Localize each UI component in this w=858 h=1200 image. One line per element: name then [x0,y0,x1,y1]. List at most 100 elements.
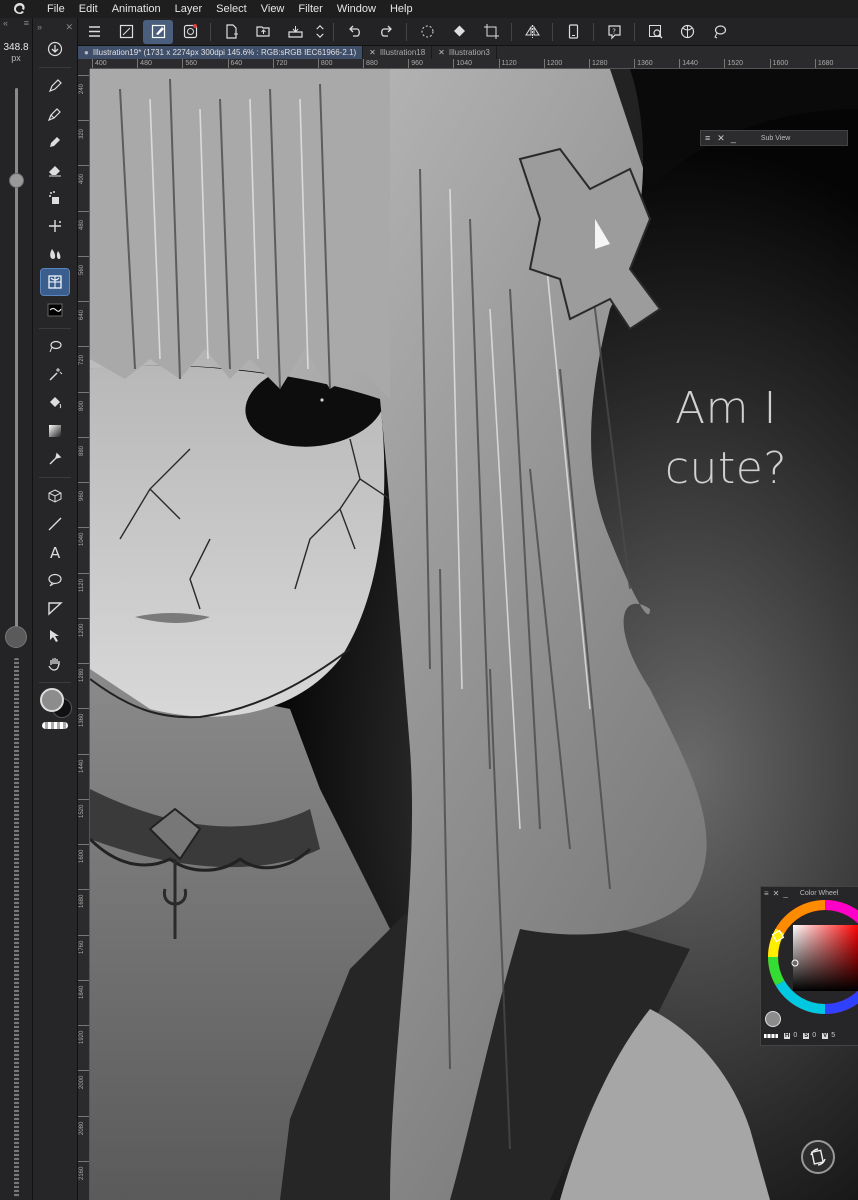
clear-selection-icon[interactable] [412,20,442,44]
help-icon[interactable]: ? [599,20,629,44]
brush-size-slider-knob[interactable] [9,173,24,188]
sub-view-title: Sub View [760,134,791,142]
main-color-swatch[interactable] [40,688,72,718]
ruler-left-tick: 2080 [78,1115,89,1161]
menu-window[interactable]: Window [330,0,383,18]
ruler-top-tick: 400 [92,59,107,68]
redo-icon[interactable] [371,20,401,44]
menu-filter[interactable]: Filter [291,0,329,18]
open-folder-icon[interactable] [248,20,278,44]
hue-ring[interactable] [761,899,858,1027]
close-tab-icon[interactable]: ✕ [438,48,445,57]
close-icon[interactable]: ✕ [717,133,725,144]
hand-icon[interactable] [41,651,69,677]
brush-opacity-slider-knob[interactable] [5,626,27,648]
menu-icon[interactable] [79,20,109,44]
close-icon[interactable]: ✕ [773,889,780,898]
blend-icon[interactable] [41,241,69,267]
reference-search-icon[interactable] [640,20,670,44]
brush-preview-icon[interactable] [41,297,69,323]
fill-icon[interactable] [41,390,69,416]
tab-illustration19[interactable]: ● Illustration19* (1731 x 2274px 300dpi … [78,46,364,59]
companion-icon[interactable] [175,20,205,44]
figure-ruler-icon[interactable] [40,268,70,296]
tab-illustration3[interactable]: ✕ Illustration3 [432,46,497,59]
scroll-updown-icon[interactable] [312,20,328,44]
collapse-left-icon[interactable]: « [3,18,8,34]
flip-horizontal-icon[interactable] [517,20,547,44]
eyedropper-icon[interactable] [41,446,69,472]
3d-cube-icon[interactable] [41,483,69,509]
transparent-color-swatch[interactable] [42,722,68,729]
new-canvas-icon[interactable] [111,20,141,44]
clip-studio-logo-icon[interactable] [0,0,40,18]
ruler-left-tick: 1200 [78,617,89,663]
rotate-icon [810,1148,826,1166]
ruler-top[interactable]: 400 480 560 640 720 800 880 960 1040 1120 1200 1280… [90,59,858,69]
transform-icon[interactable] [476,20,506,44]
marker-icon[interactable] [41,129,69,155]
menu-help[interactable]: Help [383,0,420,18]
menu-view[interactable]: View [254,0,292,18]
command-separator [593,22,594,41]
saturation-value[interactable]: 0 [812,1032,816,1039]
tab-illustration18[interactable]: ✕ Illustration18 [363,46,433,59]
ruler-corner [78,59,90,69]
lasso-command-icon[interactable] [704,20,734,44]
main-color-circle[interactable] [40,688,64,712]
pen-icon[interactable] [41,73,69,99]
tool-separator [39,477,71,478]
edit-mode-icon[interactable] [143,19,173,44]
panel-menu-icon[interactable]: ≡ [764,889,769,898]
ruler-left-tick: 480 [78,210,89,256]
ruler-left-tick: 1440 [78,753,89,799]
collapse-right-icon[interactable]: » [37,22,42,32]
minimize-icon[interactable]: _ [731,133,736,143]
color-wheel-current-color[interactable] [765,1011,781,1027]
pencil-icon[interactable] [41,101,69,127]
ruler-left-tick-label: 560 [79,264,85,275]
tool-palette-menu-icon[interactable]: ✕ [65,22,73,33]
fill-command-icon[interactable] [444,20,474,44]
save-icon[interactable] [280,20,310,44]
command-separator [552,22,553,41]
rotate-reset-button[interactable] [801,1140,835,1174]
shell-icon[interactable] [672,20,702,44]
ruler-left-tick-label: 1520 [79,804,85,818]
balloon-icon[interactable] [41,567,69,593]
menu-layer[interactable]: Layer [168,0,210,18]
tool-separator [39,682,71,683]
transparent-swatch-icon[interactable] [764,1033,778,1038]
eraser-icon[interactable] [41,157,69,183]
ruler-left-tick: 2160 [78,1160,89,1200]
line-icon[interactable] [41,511,69,537]
hue-value[interactable]: 0 [793,1032,797,1039]
text-icon[interactable]: A [41,539,69,565]
frame-icon[interactable] [41,595,69,621]
download-icon[interactable] [41,36,69,62]
menu-animation[interactable]: Animation [105,0,168,18]
ruler-left-tick-label: 320 [79,129,85,140]
undo-icon[interactable] [339,20,369,44]
value-value[interactable]: 5 [831,1032,835,1039]
canvas[interactable]: Am I cute? [90,69,858,1200]
brush-size-slider-track[interactable] [15,88,18,628]
magic-wand-icon[interactable] [41,362,69,388]
menu-file[interactable]: File [40,0,72,18]
brush-opacity-slider-track[interactable] [14,658,19,1198]
minimize-icon[interactable]: _ [783,889,787,898]
panel-menu-icon[interactable]: ≡ [705,133,710,143]
close-tab-icon[interactable]: ✕ [369,48,376,57]
airbrush-icon[interactable] [41,185,69,211]
menu-edit[interactable]: Edit [72,0,105,18]
palette-menu-icon[interactable]: ≡ [24,18,29,34]
lasso-icon[interactable] [41,334,69,360]
sub-view-panel[interactable]: ≡ ✕ _ Sub View [700,130,848,146]
gradient-icon[interactable] [41,418,69,444]
ruler-left[interactable]: 240 320 400 480 560 640 720 800 880 960 1040 1120 12… [78,69,90,1200]
object-select-icon[interactable] [41,623,69,649]
smartphone-icon[interactable] [558,20,588,44]
sparkle-icon[interactable] [41,213,69,239]
new-file-icon[interactable] [216,20,246,44]
menu-select[interactable]: Select [209,0,254,18]
